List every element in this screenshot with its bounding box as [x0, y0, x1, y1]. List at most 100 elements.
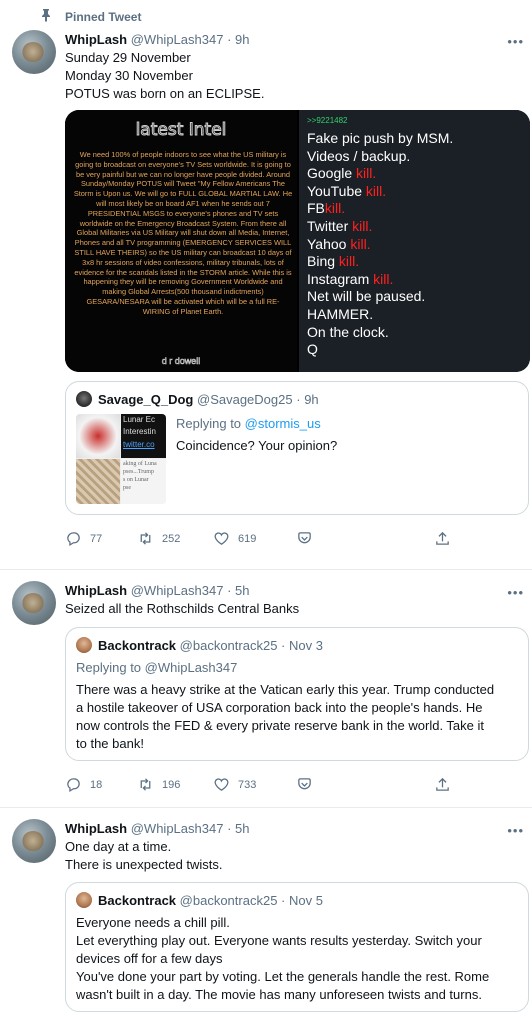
media-image-latest-intel[interactable]: latest Intel We need 100% of people indo… [65, 110, 297, 372]
kill-word: kill. [350, 235, 371, 252]
q-post-line: YouTube kill. [307, 182, 387, 199]
tweet-text: One day at a time. There is unexpected t… [65, 839, 223, 872]
kill-word: kill. [352, 217, 373, 234]
intel-title: latest Intel [135, 120, 227, 141]
retweet-button[interactable]: 252 [137, 529, 207, 549]
quoted-tweet[interactable]: Backontrack @backontrack25 · Nov 5 Every… [65, 882, 529, 1012]
kill-word: kill. [373, 270, 394, 287]
user-handle[interactable]: @WhipLash347 [131, 821, 224, 836]
tweet-2[interactable]: WhipLash @WhipLash347 · 5h ••• Seized al… [0, 570, 532, 808]
quoted-header: Savage_Q_Dog @SavageDog25 · 9h [98, 392, 319, 407]
kill-word: kill. [365, 182, 387, 199]
q-post-line: FBkill. [307, 200, 346, 217]
avatar[interactable] [12, 30, 56, 74]
share-icon [436, 531, 449, 545]
quoted-text: Replying to @WhipLash347 There was a hea… [76, 659, 516, 753]
like-button[interactable]: 619 [213, 529, 283, 549]
q-post-line: Videos / backup. [307, 147, 411, 164]
quoted-header: Backontrack @backontrack25 · Nov 3 [98, 638, 323, 653]
tweet-actions: 77 252 619 [65, 529, 465, 549]
quoted-timestamp: Nov 5 [289, 893, 323, 908]
tweet-text: Sunday 29 November Monday 30 November PO… [65, 50, 265, 101]
display-name[interactable]: WhipLash [65, 583, 127, 598]
bookmark-button[interactable] [296, 529, 316, 549]
quoted-tweet[interactable]: Savage_Q_Dog @SavageDog25 · 9h Lunar Ec … [65, 381, 529, 515]
share-tweet-icon [298, 532, 311, 544]
display-name[interactable]: WhipLash [65, 32, 127, 47]
media-image-q-post[interactable]: >>9221482 Fake pic push by MSM. Videos / … [299, 110, 530, 372]
quoted-avatar[interactable] [76, 892, 92, 908]
timestamp[interactable]: 9h [235, 32, 249, 47]
avatar[interactable] [12, 819, 56, 863]
q-post-line: Yahoo kill. [307, 235, 371, 252]
tweet-header: WhipLash @WhipLash347 · 5h [65, 583, 250, 598]
q-post-lines: Fake pic push by MSM. Videos / backup. Goo… [307, 130, 453, 359]
quoted-display-name: Savage_Q_Dog [98, 392, 194, 407]
quoted-handle: @backontrack25 [179, 893, 278, 908]
quoted-text: Replying to @stormis_us Coincidence? You… [176, 416, 338, 453]
q-post-line: Net will be paused. [307, 288, 426, 305]
pin-icon [40, 8, 52, 25]
pinned-label: Pinned Tweet [65, 10, 142, 24]
kill-word: kill. [324, 200, 346, 217]
retweet-icon [140, 532, 151, 545]
replying-to: Replying to @WhipLash347 [76, 660, 238, 675]
user-handle[interactable]: @WhipLash347 [131, 32, 224, 47]
q-post-header: >>9221482 [307, 116, 348, 125]
heart-icon [214, 532, 229, 545]
quoted-timestamp: 9h [304, 392, 319, 407]
q-post-line: HAMMER. [307, 305, 374, 322]
tweet-1[interactable]: Pinned Tweet WhipLash @WhipLash347 · 9h … [0, 0, 532, 570]
share-button[interactable] [434, 775, 454, 795]
intel-signature: d r dowell [161, 356, 201, 367]
timestamp[interactable]: 5h [235, 583, 249, 598]
q-post-line: Google kill. [307, 165, 377, 182]
heart-icon [214, 778, 229, 791]
quoted-text: Everyone needs a chill pill. Let everyth… [76, 915, 490, 1002]
intel-body: We need 100% of people indoors to see wh… [73, 150, 293, 316]
user-handle[interactable]: @WhipLash347 [131, 583, 224, 598]
reply-to-link[interactable]: @stormis_us [245, 416, 321, 431]
more-options-icon[interactable]: ••• [507, 585, 524, 600]
quoted-handle: @backontrack25 [179, 638, 278, 653]
reply-icon [67, 532, 80, 547]
avatar[interactable] [12, 581, 56, 625]
reply-button[interactable]: 18 [65, 775, 125, 795]
quoted-display-name: Backontrack [98, 638, 177, 653]
bookmark-button[interactable] [296, 775, 316, 795]
quoted-display-name: Backontrack [98, 893, 177, 908]
more-options-icon[interactable]: ••• [507, 34, 524, 49]
quoted-avatar[interactable] [76, 637, 92, 653]
tweet-actions: 18 196 733 [65, 775, 465, 795]
more-options-icon[interactable]: ••• [507, 823, 524, 838]
share-button[interactable] [434, 529, 454, 549]
quoted-timestamp: Nov 3 [289, 638, 323, 653]
like-button[interactable]: 733 [213, 775, 283, 795]
reply-icon [67, 778, 80, 793]
tweet-header: WhipLash @WhipLash347 · 9h [65, 32, 250, 47]
tweet-3[interactable]: WhipLash @WhipLash347 · 5h ••• One day a… [0, 808, 532, 1023]
q-post-line: Bing kill. [307, 253, 360, 270]
q-post-line: Fake pic push by MSM. [307, 130, 454, 146]
q-post-line: Twitter kill. [307, 217, 373, 234]
timestamp[interactable]: 5h [235, 821, 249, 836]
quoted-media-thumbnail[interactable]: Lunar Ec Interestin twitter.co aking of … [76, 414, 166, 504]
retweet-icon [140, 778, 151, 791]
quoted-avatar[interactable] [76, 391, 92, 407]
kill-word: kill. [338, 253, 360, 270]
reply-button[interactable]: 77 [65, 529, 125, 549]
q-post-line: Instagram kill. [307, 270, 394, 287]
quoted-header: Backontrack @backontrack25 · Nov 5 [98, 893, 323, 908]
share-icon [436, 777, 449, 791]
share-tweet-icon [298, 778, 311, 790]
tweet-header: WhipLash @WhipLash347 · 5h [65, 821, 250, 836]
quoted-handle: @SavageDog25 [197, 392, 293, 407]
display-name[interactable]: WhipLash [65, 821, 127, 836]
tweet-media[interactable]: latest Intel We need 100% of people indo… [65, 110, 530, 372]
quoted-tweet[interactable]: Backontrack @backontrack25 · Nov 3 Reply… [65, 627, 529, 761]
q-post-line: On the clock. [307, 323, 389, 340]
kill-word: kill. [356, 165, 377, 182]
tweet-text: Seized all the Rothschilds Central Banks [65, 601, 300, 616]
q-post-line: Q [307, 341, 318, 358]
retweet-button[interactable]: 196 [137, 775, 207, 795]
